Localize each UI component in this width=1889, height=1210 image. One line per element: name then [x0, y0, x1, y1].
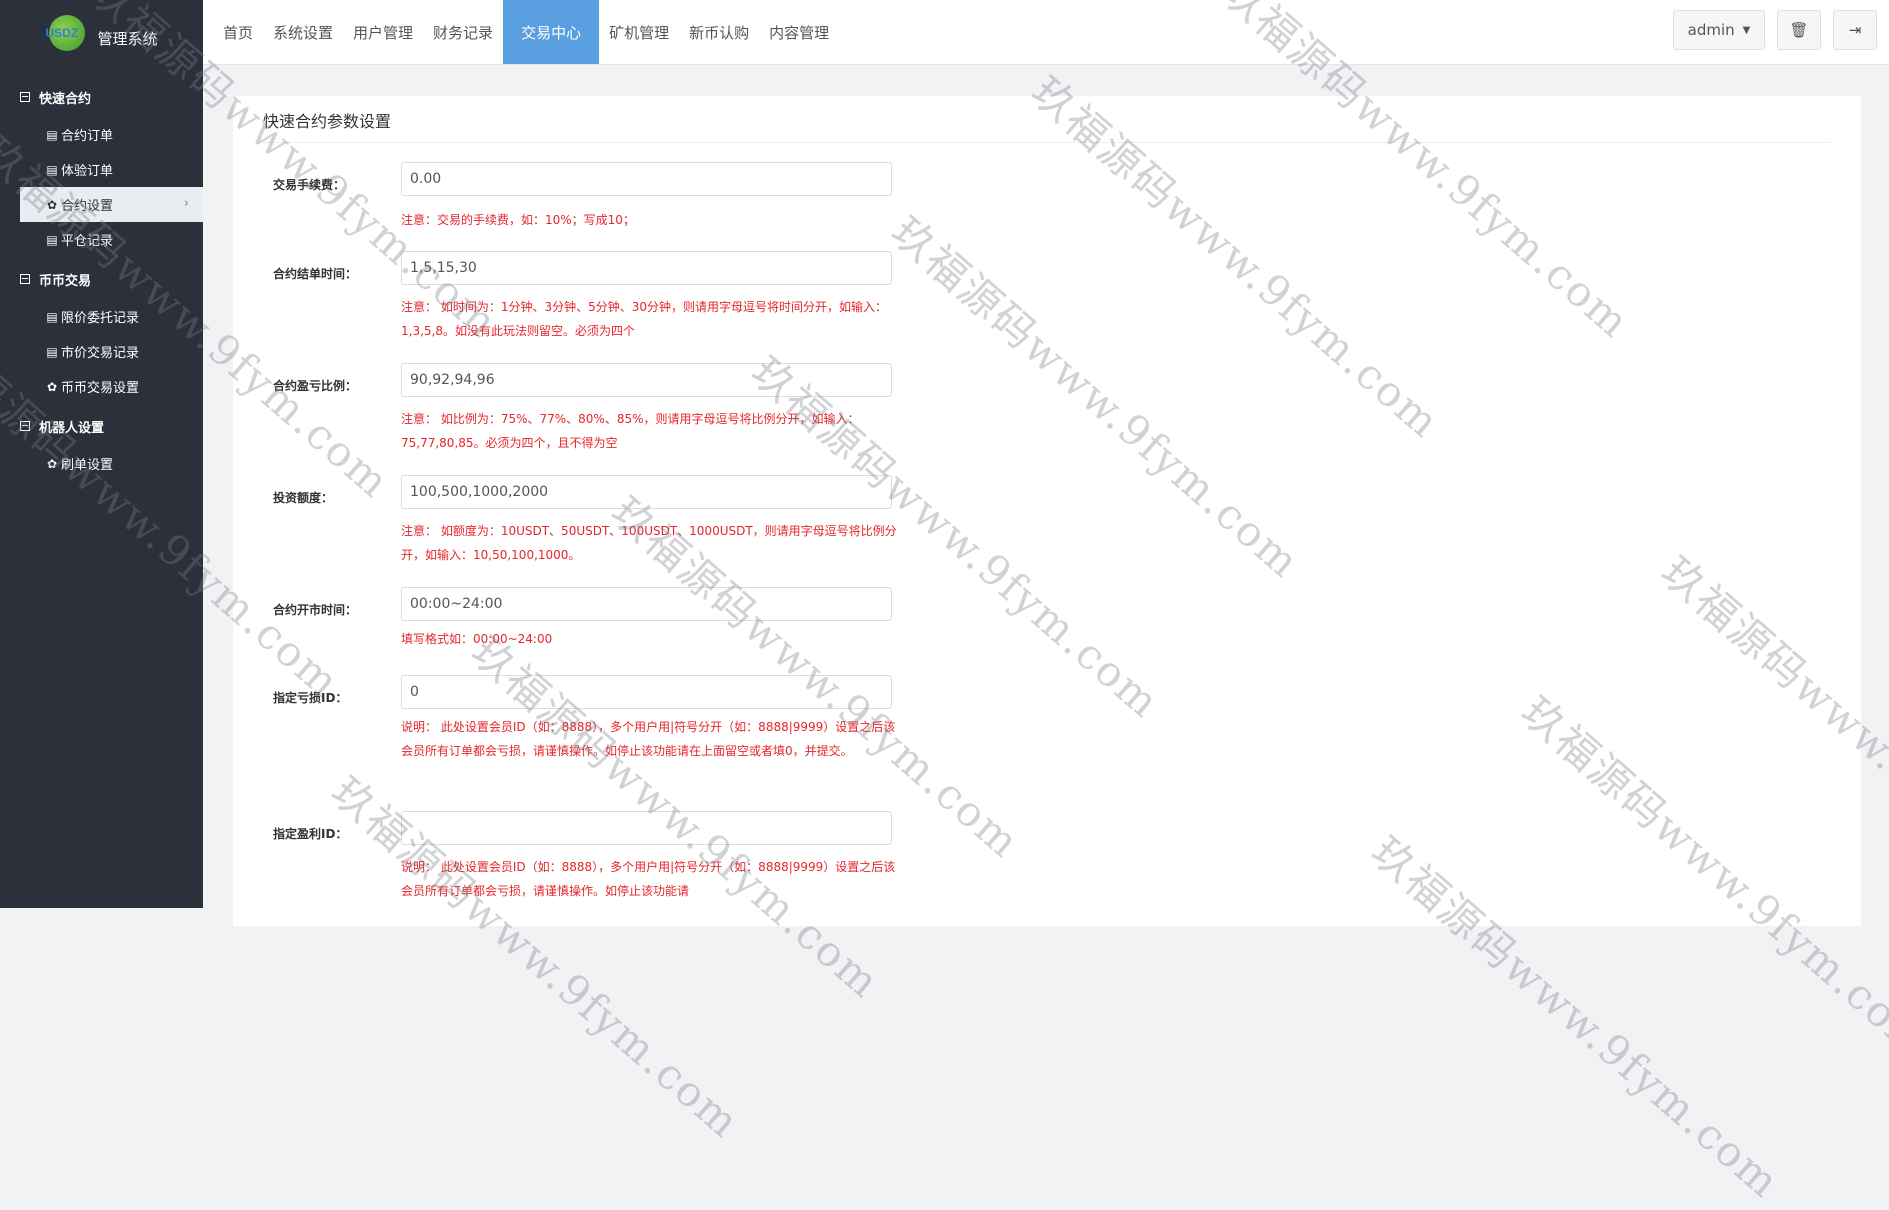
tab-finance-records[interactable]: 财务记录 [423, 0, 503, 64]
tab-new-coin-subscription[interactable]: 新币认购 [679, 0, 759, 64]
field-label: 交易手续费： [273, 178, 346, 192]
sidebar-item-close-records[interactable]: ▤ 平仓记录 [0, 222, 203, 257]
field-note: 注意：交易的手续费，如：10%；写成10； [401, 213, 635, 227]
divider [263, 142, 1831, 143]
loss-id-input[interactable] [401, 675, 892, 709]
field-label: 指定盈利ID： [273, 827, 348, 841]
sidebar: USDZ 管理系统 快速合约 ▤ 合约订单 ▤ 体验订单 ✿ 合约设置 › ▤ 平仓记录 … [0, 0, 203, 908]
field-note: 说明： 此处设置会员ID（如：8888），多个用户用|符号分开（如：8888|9… [401, 860, 896, 898]
collapse-icon [20, 92, 30, 102]
field-note: 注意： 如额度为：10USDT、50USDT、100USDT、1000USDT，… [401, 524, 897, 562]
settle-time-input[interactable] [401, 251, 892, 285]
field-note: 说明： 此处设置会员ID（如：8888），多个用户用|符号分开（如：8888|9… [401, 720, 896, 758]
sidebar-group-robot[interactable]: 机器人设置 [0, 406, 203, 446]
list-icon: ▤ [46, 162, 58, 177]
field-label: 合约盈亏比例： [273, 379, 358, 393]
tab-content-management[interactable]: 内容管理 [759, 0, 839, 64]
settings-panel: 快速合约参数设置 交易手续费： 注意：交易的手续费，如：10%；写成10； 合约… [233, 96, 1861, 926]
field-note: 注意： 如比例为：75%、77%、80%、85%，则请用字母逗号将比例分开，如输… [401, 412, 860, 450]
logout-icon: ⇥ [1848, 21, 1862, 39]
field-note: 填写格式如：00:00~24:00 [401, 632, 553, 646]
app-logo[interactable]: USDZ 管理系统 [0, 0, 203, 65]
top-navbar: 首页 系统设置 用户管理 财务记录 交易中心 矿机管理 新币认购 内容管理 ad… [203, 0, 1889, 65]
tab-miner-management[interactable]: 矿机管理 [599, 0, 679, 64]
chevron-right-icon: › [183, 196, 189, 211]
gear-icon: ✿ [46, 197, 58, 212]
logout-button[interactable]: ⇥ [1833, 10, 1877, 50]
trash-icon: 🗑 [1789, 21, 1809, 39]
field-label: 合约开市时间： [273, 603, 358, 617]
tab-trading-center[interactable]: 交易中心 [503, 0, 600, 64]
field-label: 指定亏损ID： [273, 691, 348, 705]
user-menu-button[interactable]: admin ▼ [1673, 10, 1765, 50]
profit-id-input[interactable] [401, 811, 892, 845]
sidebar-item-trial-orders[interactable]: ▤ 体验订单 [0, 152, 203, 187]
sidebar-item-limit-orders[interactable]: ▤ 限价委托记录 [0, 299, 203, 334]
logo-globe-icon: USDZ [45, 13, 91, 53]
sidebar-item-contract-settings[interactable]: ✿ 合约设置 › [20, 187, 203, 222]
profit-ratio-input[interactable] [401, 363, 892, 397]
collapse-icon [20, 421, 30, 431]
collapse-icon [20, 274, 30, 284]
gear-icon: ✿ [46, 456, 58, 471]
amount-input[interactable] [401, 475, 892, 509]
sidebar-group-quick-contract[interactable]: 快速合约 [0, 77, 203, 117]
tab-system-settings[interactable]: 系统设置 [263, 0, 343, 64]
fee-input[interactable] [401, 162, 892, 196]
field-note: 注意： 如时间为：1分钟、3分钟、5分钟、30分钟，则请用字母逗号将时间分开，如… [401, 300, 887, 338]
sidebar-item-market-records[interactable]: ▤ 市价交易记录 [0, 334, 203, 369]
sidebar-group-coin-trading[interactable]: 币币交易 [0, 259, 203, 299]
open-time-input[interactable] [401, 587, 892, 621]
clear-cache-button[interactable]: 🗑 [1777, 10, 1821, 50]
sidebar-item-contract-orders[interactable]: ▤ 合约订单 [0, 117, 203, 152]
app-title: 管理系统 [97, 30, 158, 48]
field-label: 合约结单时间： [273, 267, 358, 281]
tab-user-management[interactable]: 用户管理 [343, 0, 423, 64]
gear-icon: ✿ [46, 379, 58, 394]
page-title: 快速合约参数设置 [263, 112, 392, 131]
field-label: 投资额度： [273, 491, 334, 505]
list-icon: ▤ [46, 309, 58, 324]
sidebar-item-coin-settings[interactable]: ✿ 币币交易设置 [0, 369, 203, 404]
tab-home[interactable]: 首页 [213, 0, 263, 64]
sidebar-item-bot-settings[interactable]: ✿ 刷单设置 [0, 446, 203, 481]
list-icon: ▤ [46, 232, 58, 247]
caret-down-icon: ▼ [1742, 24, 1751, 36]
list-icon: ▤ [46, 344, 58, 359]
list-icon: ▤ [46, 127, 58, 142]
